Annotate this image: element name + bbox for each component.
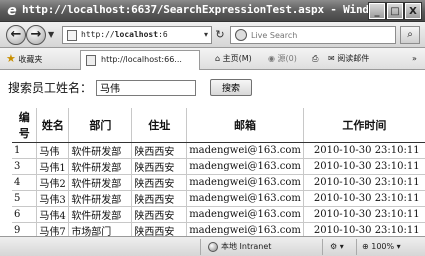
cell-work-time: 2010-10-30 23:10:11 [303, 158, 425, 175]
cell-work-time: 2010-10-30 23:10:11 [303, 206, 425, 223]
cell-id: 3 [12, 158, 38, 175]
search-label: 搜索员工姓名： [8, 81, 93, 95]
column-header: 工作时间 [303, 108, 425, 143]
read-mail-button[interactable]: ✉ 阅读邮件 [328, 52, 369, 66]
history-dropdown-icon[interactable]: ▼ [48, 30, 54, 39]
close-button[interactable]: X [404, 2, 422, 20]
cell-email: madengwei@163.com [186, 206, 304, 223]
cell-work-time: 2010-10-30 23:10:11 [303, 190, 425, 207]
cell-email: madengwei@163.com [186, 190, 304, 207]
cell-id: 6 [12, 206, 38, 223]
window-controls: _ □ X [368, 2, 422, 20]
search-form: 搜索员工姓名： 搜索 [8, 79, 253, 96]
cell-work-time: 2010-10-30 23:10:11 [303, 142, 425, 159]
security-zone[interactable]: 本地 Intranet [208, 241, 271, 253]
page-icon [67, 30, 77, 41]
cell-address: 陕西西安 [131, 190, 188, 207]
column-header: 住址 [131, 108, 188, 143]
home-icon: ⌂ [215, 54, 221, 63]
zoom-control[interactable]: ⊕ 100% ▾ [362, 241, 401, 253]
back-button[interactable]: ← [6, 25, 26, 45]
search-button[interactable]: 搜索 [210, 79, 253, 96]
intranet-globe-icon [208, 241, 218, 252]
cell-email: madengwei@163.com [186, 174, 304, 191]
home-button[interactable]: ⌂ 主页(M) [215, 52, 252, 66]
tab-current-page[interactable]: http://localhost:66... [80, 50, 200, 70]
cell-address: 陕西西安 [131, 206, 188, 223]
cell-department: 软件研发部 [68, 206, 133, 223]
cell-name: 马伟 [36, 142, 70, 159]
table-header-row: 编号 姓名 部门 住址 邮箱 工作时间 [12, 108, 425, 143]
search-go-button[interactable]: ⌕ [400, 26, 420, 44]
cell-id: 1 [12, 142, 38, 159]
tab-page-icon [86, 55, 96, 66]
table-row: 3 马伟1 软件研发部 陕西西安 madengwei@163.com 2010-… [12, 158, 425, 175]
column-header: 编号 [12, 108, 38, 143]
column-header: 姓名 [36, 108, 70, 143]
live-search-box[interactable] [230, 26, 396, 44]
live-search-input[interactable] [251, 29, 391, 42]
status-bar: 本地 Intranet ⚙ ▾ ⊕ 100% ▾ [0, 236, 425, 256]
url-field[interactable]: http://localhost:6 ▾ [62, 26, 212, 44]
cell-id: 5 [12, 190, 38, 207]
cell-department: 软件研发部 [68, 142, 133, 159]
favorites-button[interactable]: ★ 收藏夹 [6, 52, 42, 66]
address-bar: ← → ▼ http://localhost:6 ▾ ↻ ⌕ [0, 22, 425, 48]
cell-name: 马伟3 [36, 190, 70, 207]
window-title: http://localhost:6637/SearchExpressionTe… [22, 3, 408, 16]
url-text: http://localhost:6 [81, 30, 168, 39]
favorites-star-icon: ★ [6, 52, 16, 65]
feeds-button[interactable]: ◉ 源(0) [268, 52, 297, 66]
cell-id: 4 [12, 174, 38, 191]
cell-address: 陕西西安 [131, 174, 188, 191]
page-content: 搜索员工姓名： 搜索 编号 姓名 部门 住址 邮箱 工作时间 1 马伟 软件研发… [0, 71, 425, 239]
minimize-button[interactable]: _ [368, 2, 386, 20]
favorites-bar: ★ 收藏夹 http://localhost:66... ⌂ 主页(M) ◉ 源… [0, 48, 425, 70]
cell-name: 马伟4 [36, 206, 70, 223]
cell-department: 软件研发部 [68, 158, 133, 175]
table-row: 1 马伟 软件研发部 陕西西安 madengwei@163.com 2010-1… [12, 142, 425, 159]
status-separator [200, 239, 201, 255]
cell-department: 软件研发部 [68, 174, 133, 191]
status-separator [322, 239, 323, 255]
cell-name: 马伟1 [36, 158, 70, 175]
protected-mode-icon[interactable]: ⚙ ▾ [330, 241, 344, 253]
mail-icon: ✉ [328, 54, 335, 63]
table-row: 4 马伟2 软件研发部 陕西西安 madengwei@163.com 2010-… [12, 174, 425, 191]
print-icon[interactable]: ⎙ [312, 52, 318, 66]
cell-address: 陕西西安 [131, 158, 188, 175]
cell-name: 马伟2 [36, 174, 70, 191]
cell-email: madengwei@163.com [186, 158, 304, 175]
cell-email: madengwei@163.com [186, 142, 304, 159]
table-row: 6 马伟4 软件研发部 陕西西安 madengwei@163.com 2010-… [12, 206, 425, 223]
table-row: 5 马伟3 软件研发部 陕西西安 madengwei@163.com 2010-… [12, 190, 425, 207]
employee-name-input[interactable] [96, 79, 197, 96]
status-separator [356, 239, 357, 255]
zoom-dropdown-icon: ▾ [396, 242, 401, 251]
employee-table: 编号 姓名 部门 住址 邮箱 工作时间 1 马伟 软件研发部 陕西西安 made… [12, 108, 425, 239]
zoom-icon: ⊕ [362, 242, 369, 251]
url-dropdown-icon[interactable]: ▾ [204, 30, 208, 39]
refresh-icon[interactable]: ↻ [212, 27, 228, 43]
column-header: 部门 [68, 108, 133, 143]
column-header: 邮箱 [186, 108, 304, 143]
forward-button[interactable]: → [26, 25, 46, 45]
cell-department: 软件研发部 [68, 190, 133, 207]
more-commands-button[interactable]: » [412, 52, 417, 66]
window-title-bar: e http://localhost:6637/SearchExpression… [0, 0, 425, 22]
maximize-button[interactable]: □ [386, 2, 404, 20]
cell-work-time: 2010-10-30 23:10:11 [303, 174, 425, 191]
ie-logo-icon: e [7, 3, 17, 19]
live-search-icon [235, 29, 247, 41]
cell-address: 陕西西安 [131, 142, 188, 159]
tab-title: http://localhost:66... [101, 55, 182, 64]
feeds-icon: ◉ [268, 54, 275, 63]
